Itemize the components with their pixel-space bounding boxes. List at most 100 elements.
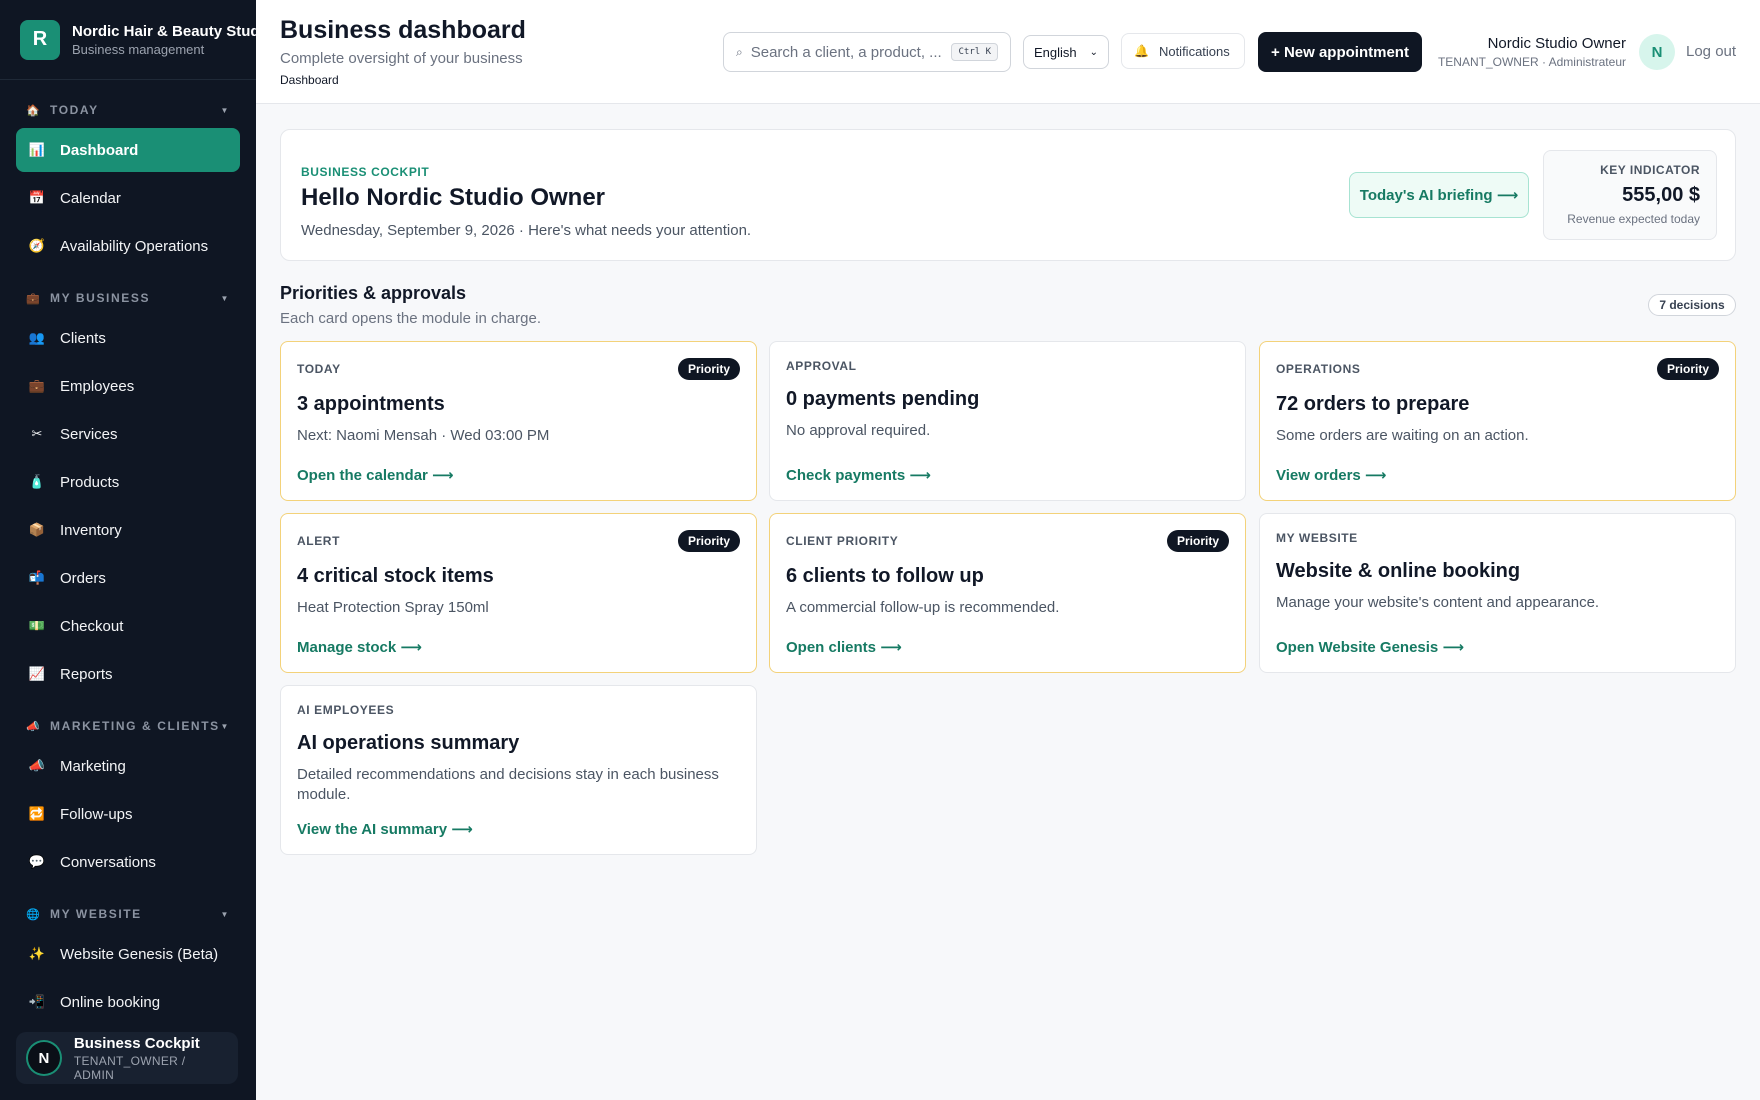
card-ai-employees[interactable]: AI EMPLOYEES AI operations summary Detai… [280,685,757,855]
page-subtitle: Complete oversight of your business [280,50,523,67]
priority-badge: Priority [1656,358,1719,380]
nav-section-my-website[interactable]: 🌐 MY WEBSITE ▼ [0,898,256,930]
priority-badge: Priority [677,530,740,552]
card-stock-alert[interactable]: ALERT Priority 4 critical stock items He… [280,513,757,673]
sidebar-item-online-booking[interactable]: 📲 Online booking [16,980,240,1024]
sidebar-item-clients[interactable]: 👥 Clients [16,316,240,360]
page-title: Business dashboard [280,16,526,44]
card-title: 4 critical stock items [297,565,494,587]
header-user-role: TENANT_OWNER · Administrateur [1437,55,1626,69]
sidebar-item-checkout[interactable]: 💵 Checkout [16,604,240,648]
key-indicator-label: KEY INDICATOR [1600,163,1700,177]
open-clients-link[interactable]: Open clients ⟶ [786,638,902,656]
view-ai-summary-link[interactable]: View the AI summary ⟶ [297,820,473,838]
card-description: Heat Protection Spray 150ml [297,599,489,616]
booking-icon: 📲 [28,994,46,1009]
megaphone-icon: 📣 [26,720,42,733]
card-eyebrow: APPROVAL [786,359,857,373]
sidebar-item-label: Availability Operations [60,237,209,255]
open-website-genesis-link[interactable]: Open Website Genesis ⟶ [1276,638,1464,656]
sidebar-item-label: Clients [60,329,106,347]
box-icon: 📦 [28,522,46,537]
ai-briefing-button[interactable]: Today's AI briefing ⟶ [1349,172,1529,218]
brand-name: Nordic Hair & Beauty Studio [72,22,256,40]
cockpit-date-line: Wednesday, September 9, 2026 · Here's wh… [301,222,752,239]
sidebar-item-label: Orders [60,569,106,587]
calendar-icon: 📅 [28,190,46,205]
search-icon: ⌕ [736,44,743,59]
card-payments-approval[interactable]: APPROVAL 0 payments pending No approval … [769,341,1246,501]
card-description: Manage your website's content and appear… [1276,594,1600,611]
brand-subtitle: Business management [72,41,205,57]
sidebar-item-orders[interactable]: 📬 Orders [16,556,240,600]
card-description: No approval required. [786,422,931,439]
card-today-appointments[interactable]: TODAY Priority 3 appointments Next: Naom… [280,341,757,501]
sidebar-item-label: Follow-ups [60,805,133,823]
sidebar-user-card[interactable]: N Business Cockpit TENANT_OWNER / ADMIN [16,1032,238,1084]
sidebar-item-availability-operations[interactable]: 🧭 Availability Operations [16,224,240,268]
check-payments-link[interactable]: Check payments ⟶ [786,466,931,484]
house-icon: 🏠 [26,104,42,117]
card-operations-orders[interactable]: OPERATIONS Priority 72 orders to prepare… [1259,341,1736,501]
card-title: 6 clients to follow up [786,565,984,587]
brand-header[interactable]: R Nordic Hair & Beauty Studio Business m… [0,0,256,80]
new-appointment-button[interactable]: + New appointment [1258,32,1422,72]
nav-section-my-business[interactable]: 💼 MY BUSINESS ▼ [0,282,256,314]
language-select[interactable]: English ⌄ [1023,35,1109,69]
search-placeholder[interactable]: Search a client, a product, ... [751,44,946,61]
sidebar-item-products[interactable]: 🧴 Products [16,460,240,504]
view-orders-link[interactable]: View orders ⟶ [1276,466,1386,484]
header-user-info[interactable]: Nordic Studio Owner TENANT_OWNER · Admin… [1438,35,1626,69]
search-input[interactable]: ⌕ Search a client, a product, ... Ctrl K [723,32,1011,72]
sidebar-item-label: Checkout [60,617,124,635]
sidebar-item-calendar[interactable]: 📅 Calendar [16,176,240,220]
sidebar-item-website-genesis[interactable]: ✨ Website Genesis (Beta) [16,932,240,976]
card-eyebrow: AI EMPLOYEES [297,703,395,717]
key-indicator-value: 555,00 $ [1622,184,1700,206]
sidebar-item-label: Calendar [60,189,121,207]
header-user-name: Nordic Studio Owner [1487,35,1626,52]
sidebar-item-label: Inventory [60,521,122,539]
sidebar-item-conversations[interactable]: 💬 Conversations [16,840,240,884]
sidebar-item-label: Services [60,425,118,443]
chevron-down-icon: ▼ [220,909,230,919]
cockpit-eyebrow: BUSINESS COCKPIT [301,165,430,179]
sidebar-item-label: Reports [60,665,113,683]
sidebar-item-label: Products [60,473,120,491]
nav-section-today[interactable]: 🏠 TODAY ▼ [0,94,256,126]
sidebar-item-reports[interactable]: 📈 Reports [16,652,240,696]
priorities-subtitle: Each card opens the module in charge. [280,310,541,327]
sidebar-item-label: Marketing [60,757,126,775]
logout-button[interactable]: Log out [1686,43,1736,60]
chevron-down-icon: ⌄ [1089,46,1098,58]
sidebar-item-inventory[interactable]: 📦 Inventory [16,508,240,552]
cash-icon: 💵 [28,618,46,633]
card-my-website[interactable]: MY WEBSITE Website & online booking Mana… [1259,513,1736,673]
priority-badge: Priority [1166,530,1229,552]
card-description: Next: Naomi Mensah · Wed 03:00 PM [297,427,550,444]
sidebar-item-follow-ups[interactable]: 🔁 Follow-ups [16,792,240,836]
sidebar-item-label: Conversations [60,853,156,871]
avatar[interactable]: N [1639,34,1675,70]
notifications-button[interactable]: 🔔 Notifications [1121,33,1245,69]
sparkles-icon: ✨ [28,946,46,961]
sidebar-item-services[interactable]: ✂ Services [16,412,240,456]
nav-section-marketing-clients[interactable]: 📣 MARKETING & CLIENTS ▼ [0,710,256,742]
card-title: AI operations summary [297,732,520,754]
globe-icon: 🌐 [26,908,42,921]
card-description: Some orders are waiting on an action. [1276,427,1529,444]
bar-chart-icon: 📊 [28,142,46,157]
breadcrumb[interactable]: Dashboard [280,73,339,87]
line-chart-icon: 📈 [28,666,46,681]
briefcase-icon: 💼 [28,378,46,393]
card-eyebrow: CLIENT PRIORITY [786,534,899,548]
sidebar-item-dashboard[interactable]: 📊 Dashboard [16,128,240,172]
sidebar-item-marketing[interactable]: 📣 Marketing [16,744,240,788]
card-title: Website & online booking [1276,560,1521,582]
sidebar-item-employees[interactable]: 💼 Employees [16,364,240,408]
card-client-priority[interactable]: CLIENT PRIORITY Priority 6 clients to fo… [769,513,1246,673]
open-calendar-link[interactable]: Open the calendar ⟶ [297,466,454,484]
manage-stock-link[interactable]: Manage stock ⟶ [297,638,422,656]
repeat-icon: 🔁 [28,806,46,821]
nav-section-label: MY WEBSITE [50,907,142,921]
